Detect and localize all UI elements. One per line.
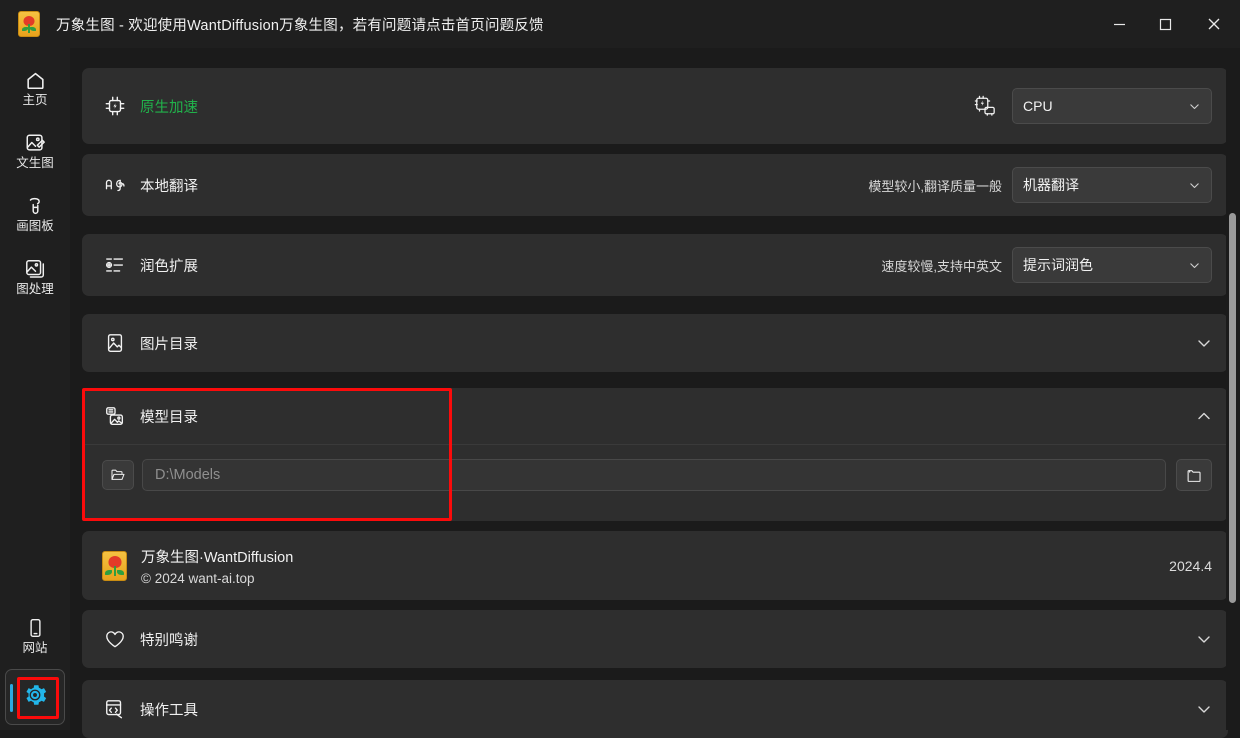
row-label: 润色扩展 [140, 258, 198, 275]
chevron-down-icon [1188, 100, 1201, 113]
flower-leaf-right [117, 569, 124, 575]
row-label: 特别鸣谢 [140, 632, 198, 649]
minimize-button[interactable] [1096, 0, 1142, 48]
browse-folder-button[interactable] [1176, 459, 1212, 491]
flower-app-icon [18, 11, 40, 37]
settings-row-local-translate[interactable]: 本地翻译 模型较小,翻译质量一般 机器翻译 [82, 154, 1228, 216]
chevron-down-icon[interactable] [1196, 701, 1212, 717]
maximize-button[interactable] [1142, 0, 1188, 48]
vertical-scrollbar-thumb[interactable] [1229, 213, 1236, 603]
row-label: 图片目录 [140, 336, 198, 353]
chevron-down-icon [1188, 179, 1201, 192]
version-label: 2024.4 [1169, 557, 1212, 574]
sidebar: 主页 文生图 画图板 图处理 网站 [0, 48, 70, 730]
settings-row-operation-tools[interactable]: 操作工具 [82, 680, 1228, 738]
sidebar-item-draw-board[interactable]: 画图板 [0, 184, 70, 243]
row-label: 操作工具 [140, 702, 198, 719]
flower-app-icon [102, 550, 127, 581]
selected-indicator [10, 684, 13, 712]
settings-row-native-accel[interactable]: 原生加速 CPU [82, 68, 1228, 144]
image-process-icon [24, 258, 47, 280]
chevron-down-icon[interactable] [1196, 335, 1212, 351]
model-directory-header[interactable]: 模型目录 [82, 388, 1228, 444]
sidebar-item-home[interactable]: 主页 [0, 58, 70, 117]
cpu-device-icon [972, 95, 998, 117]
local-translate-dropdown[interactable]: 机器翻译 [1012, 167, 1212, 203]
copyright-text: © 2024 want-ai.top [141, 570, 255, 586]
app-name: 万象生图·WantDiffusion [141, 549, 294, 566]
polish-list-icon [102, 254, 128, 276]
sidebar-item-label: 网站 [22, 640, 48, 655]
model-directory-body: D:\Models [82, 444, 1228, 505]
heart-icon [102, 629, 128, 649]
flower-stem [113, 565, 116, 576]
window-controls [1096, 0, 1240, 48]
row-hint: 模型较小,翻译质量一般 [868, 178, 1002, 194]
chevron-down-icon[interactable] [1196, 631, 1212, 647]
flower-leaf-left [105, 569, 112, 575]
row-label: 原生加速 [140, 99, 198, 116]
sidebar-item-website[interactable]: 网站 [0, 606, 70, 665]
folder-open-icon-button[interactable] [102, 460, 134, 490]
settings-row-special-thanks[interactable]: 特别鸣谢 [82, 610, 1228, 668]
dropdown-value: 提示词润色 [1023, 257, 1093, 273]
settings-row-polish-extension[interactable]: 润色扩展 速度较慢,支持中英文 提示词润色 [82, 234, 1228, 296]
image-folder-icon [102, 332, 128, 354]
close-button[interactable] [1188, 0, 1240, 48]
sidebar-item-image-process[interactable]: 图处理 [0, 247, 70, 306]
tools-icon [102, 698, 128, 720]
about-card: 万象生图·WantDiffusion © 2024 want-ai.top 20… [82, 531, 1228, 600]
sidebar-item-label: 画图板 [16, 218, 54, 233]
settings-highlight-box [17, 677, 59, 719]
sidebar-item-label: 文生图 [16, 155, 54, 170]
text-to-image-icon [24, 132, 47, 154]
draw-board-icon [24, 195, 47, 217]
title-bar: 万象生图 - 欢迎使用WantDiffusion万象生图，若有问题请点击首页问题… [0, 0, 1240, 48]
settings-row-model-directory[interactable]: 模型目录 D:\Models [82, 388, 1228, 521]
dropdown-value: 机器翻译 [1023, 177, 1079, 193]
home-icon [24, 69, 47, 91]
model-path-input[interactable]: D:\Models [142, 459, 1166, 491]
row-hint: 速度较慢,支持中英文 [881, 258, 1002, 274]
settings-scroll-area[interactable]: 原生加速 CPU 本地翻译 模型较小,翻译质量一般 机器翻译 润色扩展 速度较慢… [70, 48, 1240, 738]
vertical-scrollbar-track[interactable] [1226, 48, 1240, 730]
chevron-up-icon[interactable] [1196, 408, 1212, 424]
row-label: 本地翻译 [140, 178, 198, 195]
native-accel-dropdown[interactable]: CPU [1012, 88, 1212, 124]
mobile-website-icon [25, 617, 46, 639]
row-label: 模型目录 [140, 409, 198, 426]
chevron-down-icon [1188, 259, 1201, 272]
cpu-chip-icon [102, 95, 128, 117]
sidebar-item-text-to-image[interactable]: 文生图 [0, 121, 70, 180]
settings-row-image-directory[interactable]: 图片目录 [82, 314, 1228, 372]
dropdown-value: CPU [1023, 98, 1053, 114]
sidebar-item-label: 图处理 [16, 281, 54, 296]
translate-icon [102, 175, 128, 195]
polish-extension-dropdown[interactable]: 提示词润色 [1012, 247, 1212, 283]
window-title: 万象生图 - 欢迎使用WantDiffusion万象生图，若有问题请点击首页问题… [56, 17, 544, 34]
flower-leaf-right [30, 27, 36, 31]
sidebar-item-settings[interactable] [5, 669, 65, 725]
sidebar-item-label: 主页 [22, 92, 48, 107]
model-path-placeholder: D:\Models [155, 467, 221, 483]
model-folder-icon [102, 405, 128, 427]
